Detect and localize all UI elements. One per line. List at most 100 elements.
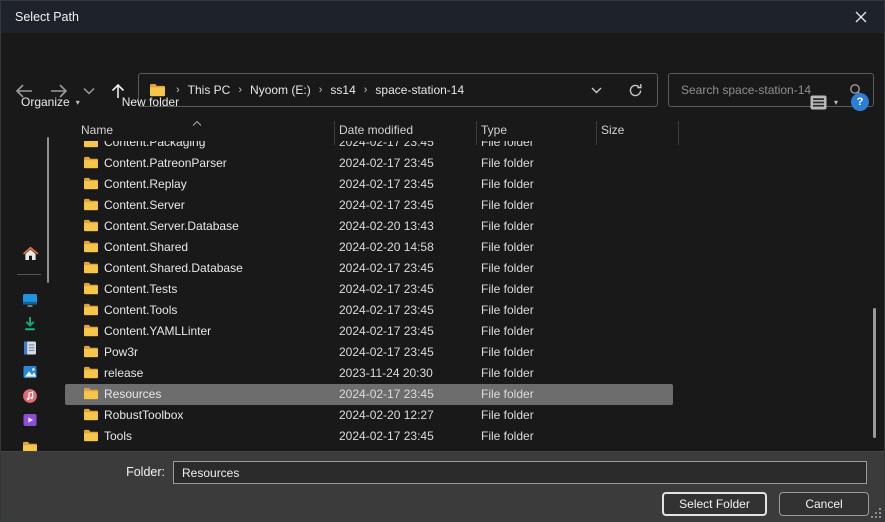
file-date-modified: 2024-02-17 23:45: [339, 198, 434, 212]
sidebar-divider: [17, 274, 41, 275]
column-header-date-modified[interactable]: Date modified: [339, 123, 413, 137]
sidebar-scrollbar[interactable]: [47, 137, 49, 283]
file-list-rows: Content.Packaging2024-02-17 23:45File fo…: [61, 132, 884, 447]
sidebar-item-home[interactable]: [21, 244, 39, 262]
cancel-button[interactable]: Cancel: [779, 492, 869, 516]
details-view-icon: [810, 95, 827, 110]
file-row[interactable]: Content.Tools 2024-02-17 23:45 File folder: [61, 300, 884, 321]
documents-icon: [22, 340, 38, 356]
folder-icon: [83, 408, 99, 421]
file-name: Resources: [104, 387, 161, 401]
file-row[interactable]: Content.Shared.Database2024-02-17 23:45F…: [61, 258, 884, 279]
folder-icon: [83, 282, 99, 295]
sort-ascending-icon: [192, 119, 202, 129]
file-date-modified: 2024-02-17 23:45: [339, 303, 434, 317]
column-header-size[interactable]: Size: [601, 123, 624, 137]
sidebar-item-videos[interactable]: [21, 411, 39, 429]
chevron-down-icon: ▾: [834, 98, 838, 107]
file-date-modified: 2023-11-24 20:30: [339, 366, 433, 380]
folder-icon: [83, 240, 99, 253]
file-name: Content.YAMLLinter: [104, 324, 211, 338]
desktop-icon: [22, 292, 38, 308]
sidebar-item-pictures[interactable]: [21, 363, 39, 381]
file-type: File folder: [481, 177, 534, 191]
select-path-dialog: Select Path › This PC › Nyoom (E:) › ss1: [0, 0, 885, 522]
file-date-modified: 2024-02-20 14:58: [339, 240, 434, 254]
file-row[interactable]: Content.YAMLLinter 2024-02-17 23:45 File f…: [61, 321, 884, 342]
file-type: File folder: [481, 429, 534, 443]
change-view-button[interactable]: ▾: [810, 95, 838, 110]
file-row[interactable]: Content.Shared2024-02-20 14:58File folde…: [61, 237, 884, 258]
folder-icon: [83, 261, 99, 274]
sidebar-item-downloads[interactable]: [21, 315, 39, 333]
file-type: File folder: [481, 324, 534, 338]
file-name: Content.Tests: [104, 282, 177, 296]
folder-name-input[interactable]: [173, 461, 867, 484]
new-folder-label: New folder: [122, 95, 179, 109]
organize-label: Organize: [21, 95, 70, 109]
file-type: File folder: [481, 156, 534, 170]
videos-icon: [22, 412, 38, 428]
folder-icon: [83, 303, 99, 316]
file-date-modified: 2024-02-20 12:27: [339, 408, 434, 422]
file-row[interactable]: release 2023-11-24 20:30 File folder: [61, 363, 884, 384]
file-name: RobustToolbox: [104, 408, 183, 422]
file-row[interactable]: RobustToolbox2024-02-20 12:27File folder: [61, 405, 884, 426]
file-row[interactable]: Content.PatreonParser2024-02-17 23:45Fil…: [61, 153, 884, 174]
column-divider[interactable]: [334, 121, 335, 145]
toolbar-right: ▾ ?: [810, 85, 884, 119]
pictures-icon: [22, 364, 38, 380]
file-type: File folder: [481, 198, 534, 212]
file-date-modified: 2024-02-17 23:45: [339, 177, 434, 191]
file-date-modified: 2024-02-17 23:45: [339, 156, 434, 170]
file-row[interactable]: Content.Server2024-02-17 23:45File folde…: [61, 195, 884, 216]
file-date-modified: 2024-02-17 23:45: [339, 387, 434, 401]
file-date-modified: 2024-02-20 13:43: [339, 219, 434, 233]
file-name: Content.Server.Database: [104, 219, 239, 233]
resize-grip[interactable]: [872, 509, 881, 518]
file-type: File folder: [481, 219, 534, 233]
folder-icon: [83, 198, 99, 211]
folder-icon: [83, 324, 99, 337]
folder-icon: [83, 345, 99, 358]
column-divider[interactable]: [596, 121, 597, 145]
new-folder-button[interactable]: New folder: [122, 95, 179, 109]
dialog-footer: Folder: Select Folder Cancel: [1, 451, 884, 521]
column-divider[interactable]: [476, 121, 477, 145]
file-date-modified: 2024-02-17 23:45: [339, 324, 434, 338]
file-date-modified: 2024-02-17 23:45: [339, 282, 434, 296]
command-toolbar: Organize ▾ New folder ▾ ?: [1, 85, 884, 119]
file-list: Content.Packaging2024-02-17 23:45File fo…: [61, 119, 884, 451]
select-folder-label: Select Folder: [679, 497, 750, 511]
file-row[interactable]: Content.Tests 2024-02-17 23:45 File folder: [61, 279, 884, 300]
file-row[interactable]: Content.Server.Database 2024-02-20 13:43 F…: [61, 216, 884, 237]
file-name: Content.Tools: [104, 303, 177, 317]
help-button[interactable]: ?: [851, 93, 869, 111]
file-row[interactable]: Content.Replay2024-02-17 23:45File folde…: [61, 174, 884, 195]
sidebar-item-documents[interactable]: [21, 339, 39, 357]
close-button[interactable]: [838, 1, 884, 33]
folder-label: Folder:: [1, 465, 165, 479]
file-date-modified: 2024-02-17 23:45: [339, 429, 434, 443]
column-header-type[interactable]: Type: [481, 123, 507, 137]
file-row[interactable]: Tools2024-02-17 23:45File folder: [61, 426, 884, 447]
sidebar-item-music[interactable]: [21, 387, 39, 405]
close-icon: [855, 11, 867, 23]
file-name: release: [104, 366, 143, 380]
file-type: File folder: [481, 303, 534, 317]
organize-button[interactable]: Organize ▾: [21, 95, 80, 109]
sidebar-item-desktop[interactable]: [21, 291, 39, 309]
file-name: Pow3r: [104, 345, 138, 359]
file-type: File folder: [481, 261, 534, 275]
file-name: Content.Shared.Database: [104, 261, 243, 275]
file-row[interactable]: Pow3r2024-02-17 23:45File folder: [61, 342, 884, 363]
file-type: File folder: [481, 345, 534, 359]
file-type: File folder: [481, 282, 534, 296]
column-divider[interactable]: [678, 121, 679, 145]
file-type: File folder: [481, 366, 534, 380]
file-row[interactable]: Resources2024-02-17 23:45File folder: [61, 384, 884, 405]
folder-icon: [83, 429, 99, 442]
downloads-icon: [22, 316, 38, 332]
select-folder-button[interactable]: Select Folder: [662, 492, 767, 516]
column-header-name[interactable]: Name: [81, 123, 113, 137]
